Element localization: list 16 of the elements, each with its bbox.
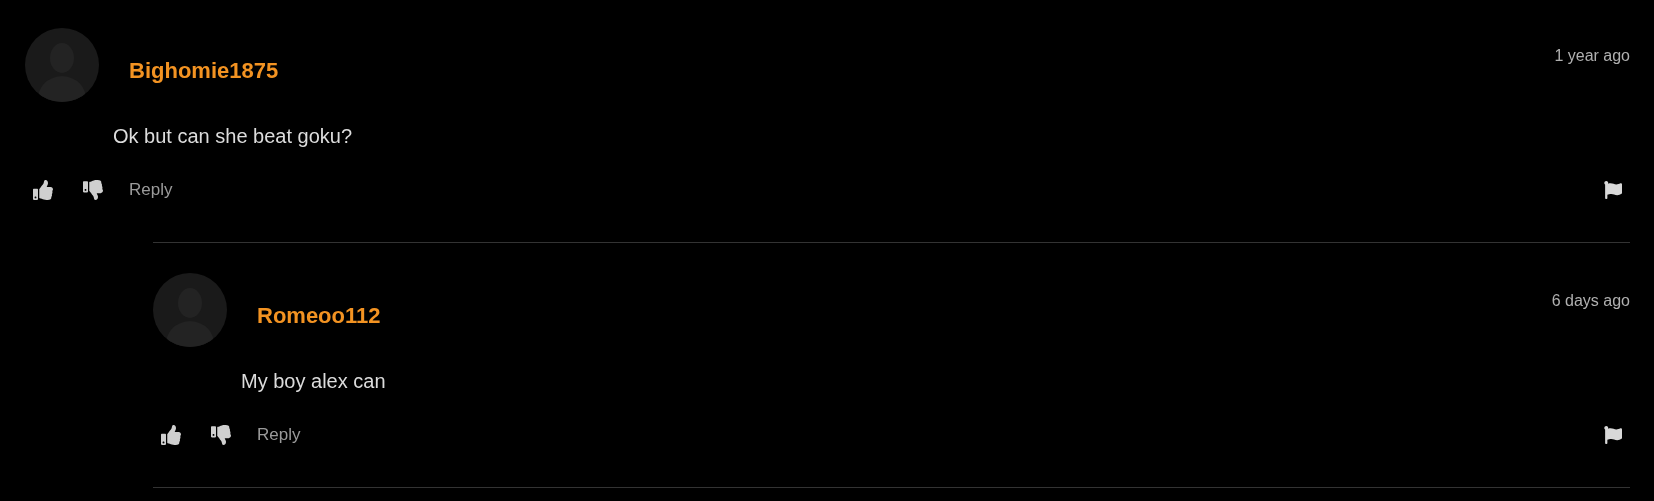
thumbs-down-icon[interactable] (83, 180, 103, 200)
username[interactable]: Romeoo112 (257, 303, 381, 329)
avatar-icon (25, 28, 99, 102)
username[interactable]: Bighomie1875 (129, 58, 279, 84)
flag-icon[interactable] (1604, 426, 1622, 444)
comment-text: Ok but can she beat goku? (113, 124, 354, 148)
reply-link[interactable]: Reply (129, 180, 173, 200)
thumbs-up-icon[interactable] (33, 180, 53, 200)
avatar-icon (153, 273, 227, 347)
timestamp: 6 days ago (1551, 292, 1630, 310)
thumbs-up-icon[interactable] (161, 425, 181, 445)
timestamp: 1 year ago (1554, 47, 1630, 65)
reply-link[interactable]: Reply (257, 425, 301, 445)
flag-icon[interactable] (1604, 181, 1622, 199)
comment-text: My boy alex can (241, 369, 387, 393)
thumbs-down-icon[interactable] (211, 425, 231, 445)
